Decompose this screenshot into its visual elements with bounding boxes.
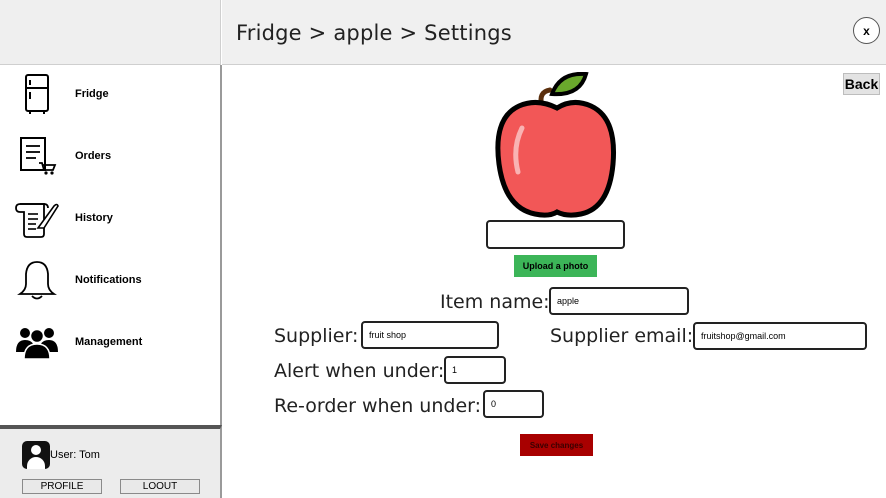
group-icon [14, 319, 60, 365]
top-bar: Fridge > apple > Settings x [222, 0, 886, 65]
user-panel: User: Tom PROFILE LOOUT [0, 425, 222, 498]
photo-placeholder [486, 220, 625, 249]
profile-button[interactable]: PROFILE [22, 479, 102, 494]
alert-under-label: Alert when under: [274, 360, 445, 382]
sidebar-item-label: Notifications [75, 274, 142, 286]
sidebar-item-orders[interactable]: Orders [0, 127, 220, 185]
sidebar-item-fridge[interactable]: Fridge [0, 65, 220, 123]
sidebar-header [0, 0, 221, 65]
orders-icon [14, 133, 60, 179]
user-label: User: Tom [50, 449, 100, 461]
supplier-input[interactable] [361, 321, 499, 349]
sidebar-item-label: Management [75, 336, 143, 348]
item-name-label: Item name: [440, 291, 550, 313]
sidebar: Fridge Orders History Notifications Mana… [0, 65, 222, 425]
sidebar-item-label: Orders [75, 150, 112, 162]
save-changes-button[interactable]: Save changes [520, 434, 593, 456]
back-button[interactable]: Back [843, 73, 880, 95]
fridge-icon [14, 71, 60, 117]
reorder-under-input[interactable] [483, 390, 544, 418]
sidebar-item-label: History [75, 212, 113, 224]
alert-under-input[interactable] [444, 356, 506, 384]
upload-photo-button[interactable]: Upload a photo [514, 255, 597, 277]
supplier-label: Supplier: [274, 325, 359, 347]
supplier-email-input[interactable] [693, 322, 867, 350]
reorder-under-label: Re-order when under: [274, 395, 482, 417]
avatar [22, 441, 50, 469]
logout-button[interactable]: LOOUT [120, 479, 200, 494]
sidebar-item-notifications[interactable]: Notifications [0, 251, 220, 309]
sidebar-item-history[interactable]: History [0, 189, 220, 247]
sidebar-item-label: Fridge [75, 88, 109, 100]
close-button[interactable]: x [853, 17, 880, 44]
sidebar-item-management[interactable]: Management [0, 313, 220, 371]
bell-icon [14, 257, 60, 303]
item-name-input[interactable] [549, 287, 689, 315]
apple-image [495, 72, 617, 218]
breadcrumb: Fridge > apple > Settings [236, 21, 512, 45]
history-scroll-icon [14, 195, 60, 241]
supplier-email-label: Supplier email: [550, 325, 694, 347]
